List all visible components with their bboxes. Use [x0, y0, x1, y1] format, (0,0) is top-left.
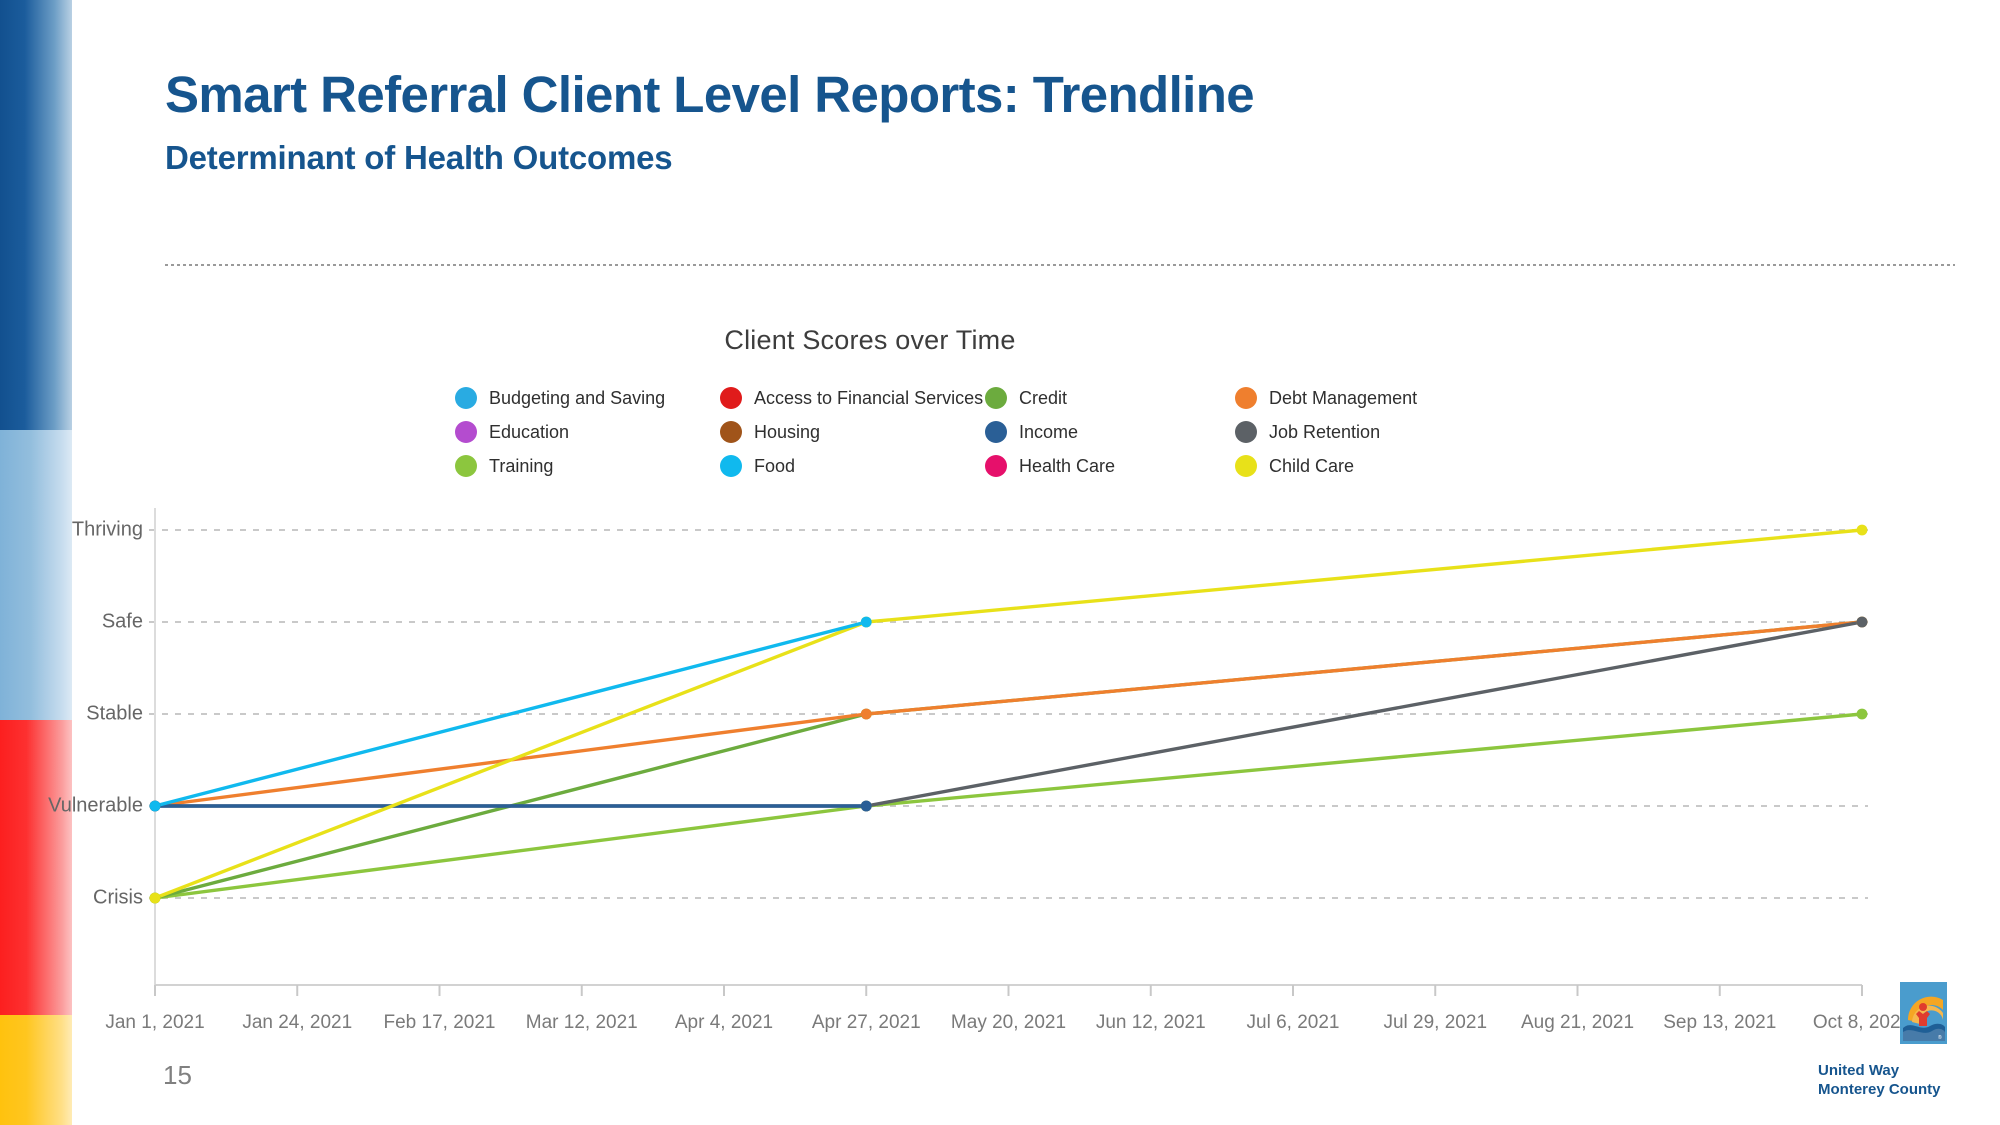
series-line-training: [864, 712, 1864, 808]
y-axis-label-stable: Stable: [86, 702, 143, 725]
y-axis-label-vulnerable: Vulnerable: [48, 794, 143, 817]
organization-name: United Way Monterey County: [1818, 1062, 1941, 1100]
svg-text:®: ®: [1938, 1034, 1942, 1041]
y-axis-label-safe: Safe: [101, 610, 143, 633]
x-axis-label: Jan 1, 2021: [105, 1012, 205, 1033]
x-axis-label: Jun 12, 2021: [1095, 1012, 1206, 1033]
data-point-job-retention[interactable]: [1856, 616, 1868, 628]
page-number: 15: [163, 1060, 192, 1090]
y-axis-label-thriving: Thriving: [71, 518, 143, 541]
x-axis-label: May 20, 2021: [950, 1012, 1067, 1033]
series-line-food: [153, 620, 868, 808]
data-point-food[interactable]: [149, 800, 161, 812]
data-point-food[interactable]: [860, 616, 872, 628]
x-axis-label: Oct 8, 2021: [1812, 1012, 1912, 1033]
series-line-training: [153, 804, 868, 900]
x-axis-label: Jul 6, 2021: [1246, 1012, 1340, 1033]
data-point-child-care[interactable]: [1856, 524, 1868, 536]
x-axis-label: Sep 13, 2021: [1663, 1012, 1777, 1033]
slide: Smart Referral Client Level Reports: Tre…: [0, 0, 2000, 1125]
chart-container: Client Scores over Time Budgeting and Sa…: [0, 0, 2000, 1125]
x-axis-label: Apr 27, 2021: [811, 1012, 921, 1033]
organization-line-1: United Way: [1818, 1062, 1900, 1079]
data-point-child-care[interactable]: [149, 892, 161, 904]
chart-plot-area: Crisis Vulnerable Stable Safe Thriving Jan 1,…: [0, 0, 2000, 1125]
series-line-debt-management: [864, 620, 1864, 716]
x-axis-label: Jul 29, 2021: [1383, 1012, 1488, 1033]
data-point-debt-management[interactable]: [860, 708, 872, 720]
x-axis-label: Mar 12, 2021: [525, 1012, 638, 1033]
data-point-training[interactable]: [1856, 708, 1868, 720]
x-axis-label: Jan 24, 2021: [242, 1012, 353, 1033]
data-point-income[interactable]: [860, 800, 872, 812]
organization-line-2: Monterey County: [1818, 1080, 1941, 1098]
x-axis-label: Aug 21, 2021: [1520, 1012, 1635, 1033]
series-line-child-care: [864, 528, 1864, 624]
chart-svg: [149, 508, 1868, 996]
x-axis-label: Feb 17, 2021: [383, 1012, 496, 1033]
united-way-logo-icon: ®: [1900, 982, 1947, 1044]
series-line-child-care: [153, 620, 868, 900]
x-axis-label: Apr 4, 2021: [674, 1012, 774, 1033]
y-axis-label-crisis: Crisis: [93, 886, 143, 909]
